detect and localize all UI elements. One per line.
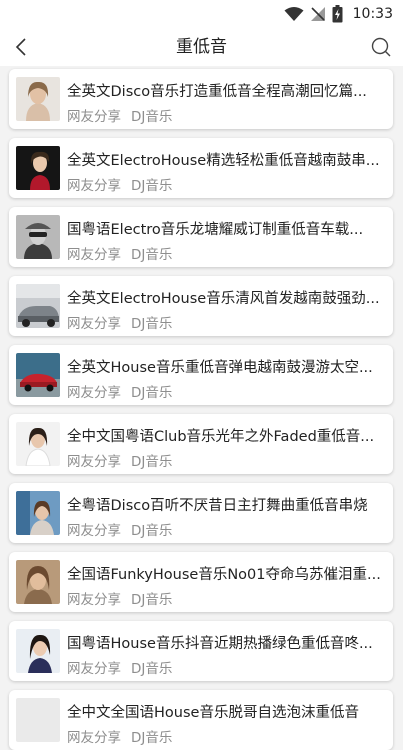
list-item[interactable]: 国粤语Electro音乐龙塘耀威订制重低音车载... 网友分享 DJ音乐	[9, 207, 393, 267]
list-item[interactable]: 全英文Disco音乐打造重低音全程高潮回忆篇... 网友分享 DJ音乐	[9, 69, 393, 129]
track-source: 网友分享	[67, 316, 121, 332]
track-meta: 网友分享 DJ音乐	[67, 519, 172, 539]
page-title: 重低音	[176, 37, 227, 57]
track-category: DJ音乐	[131, 523, 173, 539]
track-source: 网友分享	[67, 730, 121, 746]
list-item[interactable]: 全英文ElectroHouse音乐清风首发越南鼓强劲... 网友分享 DJ音乐	[9, 276, 393, 336]
track-meta: 网友分享 DJ音乐	[67, 450, 172, 470]
status-bar: 10:33	[0, 0, 403, 28]
search-icon	[371, 37, 391, 57]
track-title: 全英文ElectroHouse音乐清风首发越南鼓强劲...	[67, 291, 380, 307]
wifi-icon	[284, 7, 304, 21]
list-item[interactable]: 全粤语Disco百听不厌昔日主打舞曲重低音串烧 网友分享 DJ音乐	[9, 483, 393, 543]
track-meta: 网友分享 DJ音乐	[67, 588, 172, 608]
track-category: DJ音乐	[131, 454, 173, 470]
list-item[interactable]: 国粤语House音乐抖音近期热播绿色重低音咚... 网友分享 DJ音乐	[9, 621, 393, 681]
track-title: 全英文ElectroHouse精选轻松重低音越南鼓串...	[67, 153, 380, 169]
track-source: 网友分享	[67, 592, 121, 608]
thumbnail	[16, 215, 60, 259]
track-meta: 网友分享 DJ音乐	[67, 657, 172, 677]
track-category: DJ音乐	[131, 109, 173, 125]
track-source: 网友分享	[67, 109, 121, 125]
thumbnail	[16, 560, 60, 604]
track-title: 全中文全国语House音乐脱哥自选泡沫重低音	[67, 705, 359, 721]
thumbnail	[16, 284, 60, 328]
track-source: 网友分享	[67, 178, 121, 194]
track-meta: 网友分享 DJ音乐	[67, 105, 172, 125]
thumbnail	[16, 77, 60, 121]
track-title: 全粤语Disco百听不厌昔日主打舞曲重低音串烧	[67, 498, 368, 514]
track-title: 国粤语House音乐抖音近期热播绿色重低音咚...	[67, 636, 373, 652]
list-item[interactable]: 全国语FunkyHouse音乐No01夺命乌苏催泪重... 网友分享 DJ音乐	[9, 552, 393, 612]
track-category: DJ音乐	[131, 592, 173, 608]
no-signal-icon	[310, 7, 325, 21]
track-title: 全中文国粤语Club音乐光年之外Faded重低音...	[67, 429, 375, 445]
track-title: 全国语FunkyHouse音乐No01夺命乌苏催泪重...	[67, 567, 381, 583]
track-title: 全英文Disco音乐打造重低音全程高潮回忆篇...	[67, 84, 367, 100]
thumbnail	[16, 629, 60, 673]
thumbnail	[16, 422, 60, 466]
track-category: DJ音乐	[131, 385, 173, 401]
track-source: 网友分享	[67, 661, 121, 677]
search-button[interactable]	[369, 35, 393, 59]
track-source: 网友分享	[67, 385, 121, 401]
list-item[interactable]: 全中文全国语House音乐脱哥自选泡沫重低音 网友分享 DJ音乐	[9, 690, 393, 750]
thumbnail	[16, 698, 60, 742]
track-title: 全英文House音乐重低音弹电越南鼓漫游太空...	[67, 360, 373, 376]
thumbnail	[16, 146, 60, 190]
track-source: 网友分享	[67, 247, 121, 263]
track-meta: 网友分享 DJ音乐	[67, 312, 172, 332]
track-category: DJ音乐	[131, 661, 173, 677]
list-item[interactable]: 全英文House音乐重低音弹电越南鼓漫游太空... 网友分享 DJ音乐	[9, 345, 393, 405]
track-category: DJ音乐	[131, 247, 173, 263]
status-icons: 10:33	[284, 4, 393, 24]
track-meta: 网友分享 DJ音乐	[67, 174, 172, 194]
track-category: DJ音乐	[131, 178, 173, 194]
top-nav-bar: 重低音	[0, 28, 403, 66]
track-title: 国粤语Electro音乐龙塘耀威订制重低音车载...	[67, 222, 364, 238]
battery-charging-icon	[332, 5, 343, 23]
list-item[interactable]: 全英文ElectroHouse精选轻松重低音越南鼓串... 网友分享 DJ音乐	[9, 138, 393, 198]
track-source: 网友分享	[67, 454, 121, 470]
thumbnail	[16, 491, 60, 535]
track-source: 网友分享	[67, 523, 121, 539]
track-category: DJ音乐	[131, 316, 173, 332]
track-meta: 网友分享 DJ音乐	[67, 726, 172, 746]
track-meta: 网友分享 DJ音乐	[67, 381, 172, 401]
track-category: DJ音乐	[131, 730, 173, 746]
thumbnail	[16, 353, 60, 397]
status-time: 10:33	[352, 6, 393, 22]
list-item[interactable]: 全中文国粤语Club音乐光年之外Faded重低音... 网友分享 DJ音乐	[9, 414, 393, 474]
track-meta: 网友分享 DJ音乐	[67, 243, 172, 263]
